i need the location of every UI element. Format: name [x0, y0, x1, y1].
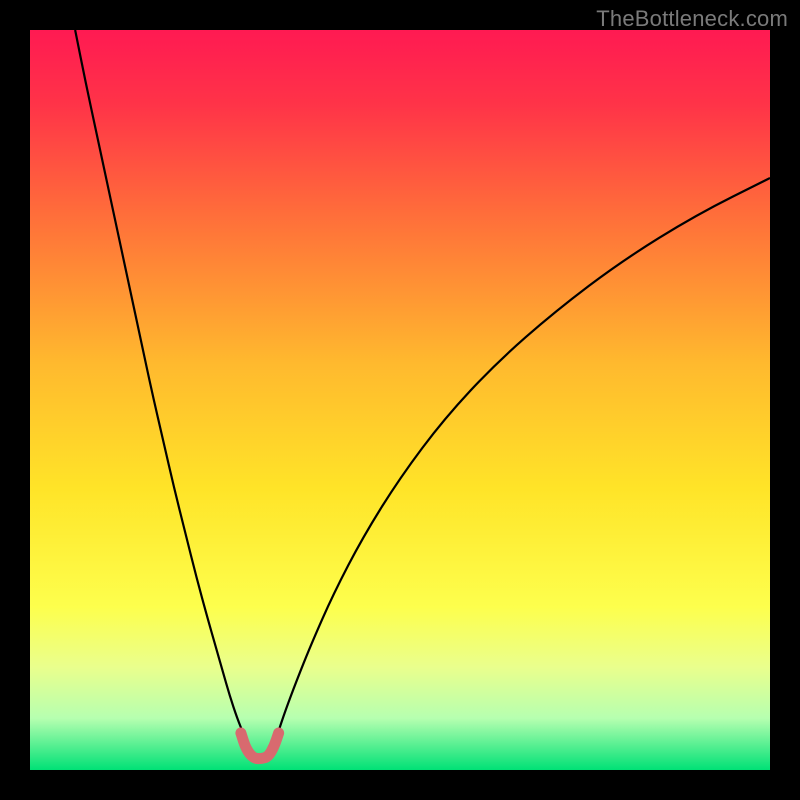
chart-frame: TheBottleneck.com [0, 0, 800, 800]
bottleneck-chart [0, 0, 800, 800]
watermark-text: TheBottleneck.com [596, 6, 788, 32]
chart-background [30, 30, 770, 770]
